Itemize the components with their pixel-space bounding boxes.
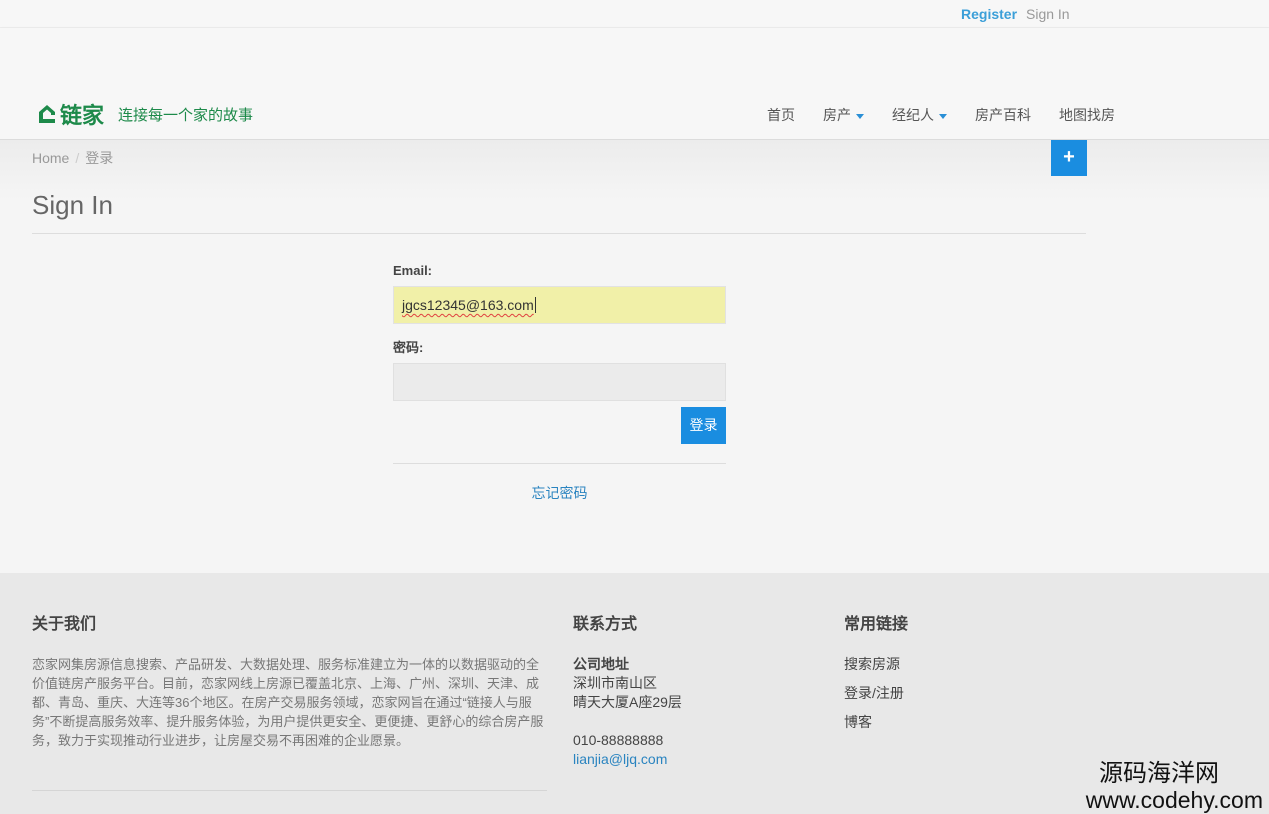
footer-links: 搜索房源 登录/注册 博客: [844, 655, 904, 742]
contact-phone: 010-88888888: [573, 732, 664, 748]
about-title: 关于我们: [32, 616, 97, 633]
nav-item-wiki[interactable]: 房产百科: [975, 105, 1031, 125]
register-link[interactable]: Register: [961, 6, 1017, 22]
contact-title: 联系方式: [573, 616, 638, 633]
address-title: 公司地址: [573, 656, 629, 672]
brand-slogan: 连接每一个家的故事: [118, 106, 254, 124]
footer-link-login-register[interactable]: 登录/注册: [844, 684, 904, 703]
page-title: Sign In: [32, 190, 113, 220]
password-label: 密码:: [393, 340, 424, 355]
nav-label: 经纪人: [892, 107, 934, 123]
nav-item-property[interactable]: 房产: [823, 105, 864, 125]
breadcrumb-home[interactable]: Home: [32, 150, 69, 166]
breadcrumb-current: 登录: [85, 150, 114, 166]
nav-label: 房产: [823, 107, 851, 123]
breadcrumb: Home / 登录: [32, 148, 113, 168]
nav-item-agents[interactable]: 经纪人: [892, 105, 947, 125]
nav-label: 首页: [767, 107, 795, 123]
nav-item-map[interactable]: 地图找房: [1059, 105, 1115, 125]
caret-down-icon: [939, 113, 947, 119]
top-bar: Register Sign In: [0, 0, 1269, 28]
nav-label: 房产百科: [975, 107, 1031, 123]
address-line: 深圳市南山区: [573, 675, 657, 691]
logo[interactable]: 链家 连接每一个家的故事: [36, 98, 253, 130]
email-value: jgcs12345@163.com: [402, 297, 534, 313]
password-field[interactable]: [393, 363, 726, 401]
page-header: Home / 登录 + Sign In: [0, 140, 1269, 235]
title-divider: [32, 233, 1086, 234]
nav-label: 地图找房: [1059, 107, 1115, 123]
address-line: 晴天大厦A座29层: [573, 694, 682, 710]
main-nav: 首页 房产 经纪人 房产百科 地图找房: [767, 105, 1115, 125]
brand-name: 链家: [60, 103, 105, 128]
login-button[interactable]: 登录: [681, 407, 726, 444]
site-footer: 关于我们 恋家网集房源信息搜索、产品研发、大数据处理、服务标准建立为一体的以数据…: [0, 573, 1269, 814]
watermark-en: www.codehy.com: [1085, 787, 1263, 813]
site-header: 链家 连接每一个家的故事 首页 房产 经纪人 房产百科 地图找房: [0, 28, 1269, 140]
form-divider: [393, 463, 726, 464]
footer-link-search[interactable]: 搜索房源: [844, 655, 904, 674]
contact-email-link[interactable]: lianjia@ljq.com: [573, 750, 682, 769]
breadcrumb-separator: /: [75, 150, 80, 166]
text-cursor: [534, 297, 536, 313]
about-text: 恋家网集房源信息搜索、产品研发、大数据处理、服务标准建立为一体的以数据驱动的全价…: [32, 657, 544, 748]
email-field[interactable]: jgcs12345@163.com: [393, 286, 726, 324]
contact-info: 公司地址 深圳市南山区 晴天大厦A座29层 010-88888888 lianj…: [573, 655, 682, 769]
watermark-cn: 源码海洋网: [1099, 760, 1219, 787]
caret-down-icon: [856, 113, 864, 119]
watermark: 源码海洋网 www.codehy.com: [1086, 760, 1263, 812]
email-label: Email:: [393, 263, 433, 278]
links-title: 常用链接: [844, 616, 909, 633]
forgot-password-link[interactable]: 忘记密码: [393, 483, 726, 503]
house-logo-icon: [36, 103, 58, 125]
about-divider: [32, 790, 547, 791]
footer-link-blog[interactable]: 博客: [844, 713, 904, 732]
signin-form: Email: jgcs12345@163.com 密码: 登录 忘记密码: [393, 263, 726, 501]
plus-button[interactable]: +: [1051, 140, 1087, 176]
nav-item-home[interactable]: 首页: [767, 105, 795, 125]
signin-link[interactable]: Sign In: [1026, 6, 1070, 22]
